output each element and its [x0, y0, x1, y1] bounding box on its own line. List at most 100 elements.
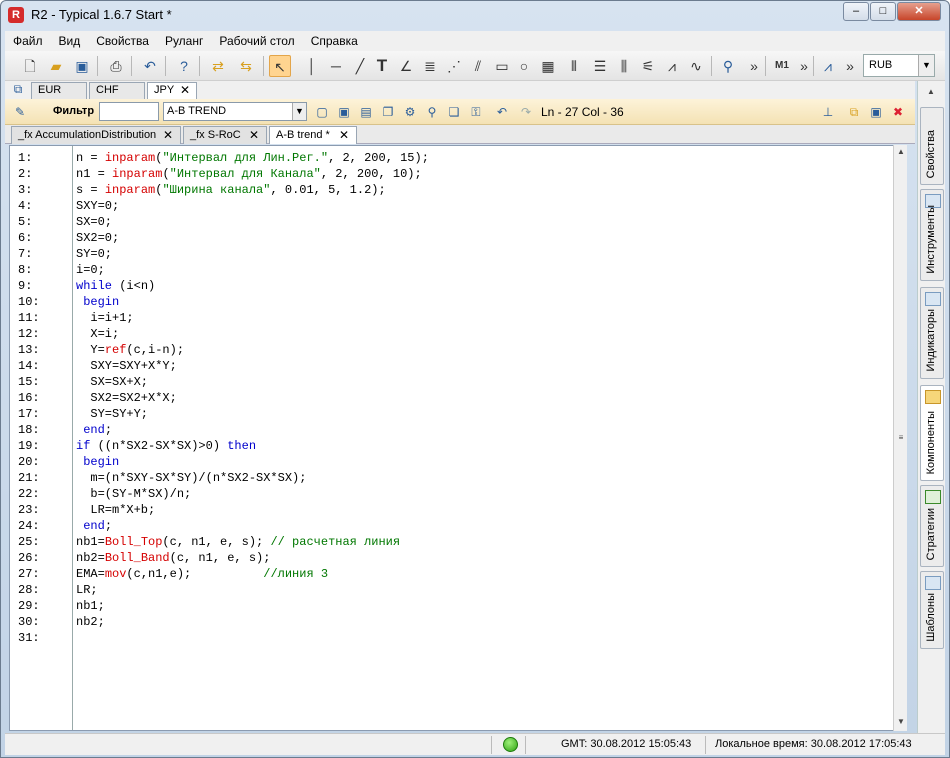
- scroll-down-icon[interactable]: ▼: [894, 715, 908, 729]
- side-tab-templates[interactable]: Шаблоны: [920, 571, 944, 649]
- rectangle-icon[interactable]: ▭: [491, 55, 513, 77]
- toolbar-overflow-3[interactable]: »: [839, 55, 861, 77]
- code-editor[interactable]: 1: n = inparam("Интервал для Лин.Рег.", 2…: [9, 145, 907, 731]
- code-area[interactable]: 1: n = inparam("Интервал для Лин.Рег.", 2…: [10, 150, 894, 646]
- fan-icon[interactable]: ⋰: [443, 55, 465, 77]
- filter-input[interactable]: [99, 102, 159, 121]
- print-icon[interactable]: ⎙: [105, 55, 127, 77]
- code-line[interactable]: 28: LR;: [10, 582, 894, 598]
- ellipse-icon[interactable]: ○: [513, 55, 535, 77]
- side-tab-tools[interactable]: Инструменты: [920, 189, 944, 281]
- scroll-thumb[interactable]: ≡: [894, 431, 908, 445]
- code-line[interactable]: 9: while (i<n): [10, 278, 894, 294]
- new-script-icon[interactable]: ▢: [313, 103, 331, 121]
- angle-icon[interactable]: ∠: [395, 55, 417, 77]
- tab-jpy[interactable]: JPY ✕: [147, 82, 197, 99]
- compile-icon[interactable]: ⚙: [401, 103, 419, 121]
- vertical-scrollbar[interactable]: ▲ ≡ ▼: [893, 145, 907, 731]
- properties-icon[interactable]: ❏: [445, 103, 463, 121]
- dock-icon[interactable]: ▣: [867, 103, 885, 121]
- menu-desktop[interactable]: Рабочий стол: [211, 31, 302, 51]
- sync-all-icon[interactable]: ⇆: [235, 55, 257, 77]
- menu-help[interactable]: Справка: [303, 31, 366, 51]
- menu-file[interactable]: Файл: [5, 31, 51, 51]
- menu-rulang[interactable]: Руланг: [157, 31, 211, 51]
- side-tab-components[interactable]: Компоненты: [920, 385, 944, 481]
- currency-select[interactable]: RUB ▼: [863, 54, 935, 77]
- code-line[interactable]: 11: i=i+1;: [10, 310, 894, 326]
- tab-chf[interactable]: CHF: [89, 82, 145, 99]
- code-line[interactable]: 10: begin: [10, 294, 894, 310]
- gann-fan-icon[interactable]: ⚟: [637, 55, 659, 77]
- sync-icon[interactable]: ⇄: [207, 55, 229, 77]
- code-line[interactable]: 19: if ((n*SX2-SX*SX)>0) then: [10, 438, 894, 454]
- grid-icon[interactable]: ▦: [537, 55, 559, 77]
- code-line[interactable]: 16: SX2=SX2+X*X;: [10, 390, 894, 406]
- undo-icon[interactable]: ↶: [139, 55, 161, 77]
- code-line[interactable]: 30: nb2;: [10, 614, 894, 630]
- cycles-icon[interactable]: ⦀: [563, 55, 585, 77]
- code-line[interactable]: 3: s = inparam("Ширина канала", 0.01, 5, …: [10, 182, 894, 198]
- script-select[interactable]: A-B TREND ▼: [163, 102, 307, 121]
- save-as-icon[interactable]: ▤: [357, 103, 375, 121]
- close-icon[interactable]: ✕: [180, 83, 190, 98]
- undo-icon[interactable]: ↶: [493, 103, 511, 121]
- trend-line-icon[interactable]: ╱: [349, 55, 371, 77]
- side-tab-properties[interactable]: Свойства: [920, 107, 944, 185]
- zoom-icon[interactable]: ⚲: [717, 55, 739, 77]
- float-window-icon[interactable]: ⧉: [845, 103, 863, 121]
- panel-up-icon[interactable]: ▲: [924, 85, 938, 99]
- new-window-icon[interactable]: ⧉: [7, 78, 29, 100]
- code-line[interactable]: 26: nb2=Boll_Band(c, n1, e, s);: [10, 550, 894, 566]
- close-panel-icon[interactable]: ✖: [889, 103, 907, 121]
- side-tab-strategies[interactable]: Стратегии: [920, 485, 944, 567]
- code-line[interactable]: 17: SY=SY+Y;: [10, 406, 894, 422]
- time-zones-icon[interactable]: ⫼: [613, 55, 635, 77]
- tab-eur[interactable]: EUR: [31, 82, 87, 99]
- open-folder-icon[interactable]: ▰: [45, 55, 67, 77]
- tab-ab-trend[interactable]: A-B trend * ✕: [269, 126, 357, 144]
- pin-icon[interactable]: ⊥: [819, 103, 837, 121]
- list-icon[interactable]: ☰: [589, 55, 611, 77]
- code-line[interactable]: 23: LR=m*X+b;: [10, 502, 894, 518]
- scroll-up-icon[interactable]: ▲: [894, 145, 908, 159]
- side-tab-indicators[interactable]: Индикаторы: [920, 287, 944, 379]
- zigzag-icon[interactable]: ⩘: [661, 55, 683, 77]
- code-line[interactable]: 31:: [10, 630, 894, 646]
- code-line[interactable]: 8: i=0;: [10, 262, 894, 278]
- maximize-button[interactable]: □: [870, 2, 896, 21]
- close-icon[interactable]: ✕: [249, 127, 259, 143]
- code-line[interactable]: 5: SX=0;: [10, 214, 894, 230]
- code-line[interactable]: 1: n = inparam("Интервал для Лин.Рег.", 2…: [10, 150, 894, 166]
- code-line[interactable]: 27: EMA=mov(c,n1,e); //линия 3: [10, 566, 894, 582]
- code-line[interactable]: 12: X=i;: [10, 326, 894, 342]
- horizontal-line-icon[interactable]: ─: [325, 55, 347, 77]
- channel-icon[interactable]: ⫽: [467, 55, 489, 77]
- redo-icon[interactable]: ↷: [517, 103, 535, 121]
- chart-icon[interactable]: ⩘: [817, 55, 839, 77]
- editor-icon[interactable]: ✎: [11, 103, 29, 121]
- code-line[interactable]: 14: SXY=SXY+X*Y;: [10, 358, 894, 374]
- code-line[interactable]: 2: n1 = inparam("Интервал для Канала", 2,…: [10, 166, 894, 182]
- code-line[interactable]: 22: b=(SY-M*SX)/n;: [10, 486, 894, 502]
- toolbar-overflow-2[interactable]: »: [793, 55, 815, 77]
- toolbar-overflow-1[interactable]: »: [743, 55, 765, 77]
- pointer-tool-icon[interactable]: ↖: [269, 55, 291, 77]
- code-line[interactable]: 21: m=(n*SXY-SX*SY)/(n*SX2-SX*SX);: [10, 470, 894, 486]
- menu-properties[interactable]: Свойства: [88, 31, 157, 51]
- new-file-icon[interactable]: 🗋: [19, 55, 41, 77]
- find-icon[interactable]: ⚲: [423, 103, 441, 121]
- code-line[interactable]: 15: SX=SX+X;: [10, 374, 894, 390]
- close-button[interactable]: ✕: [897, 2, 941, 21]
- save-icon[interactable]: ▣: [71, 55, 93, 77]
- code-line[interactable]: 25: nb1=Boll_Top(c, n1, e, s); // расчетн…: [10, 534, 894, 550]
- close-icon[interactable]: ✕: [339, 127, 349, 143]
- minimize-button[interactable]: ‒: [843, 2, 869, 21]
- close-icon[interactable]: ✕: [163, 127, 173, 143]
- tab-accumulation-distribution[interactable]: _fx AccumulationDistribution ✕: [11, 126, 181, 144]
- help-icon[interactable]: ?: [173, 55, 195, 77]
- code-line[interactable]: 7: SY=0;: [10, 246, 894, 262]
- menu-view[interactable]: Вид: [51, 31, 89, 51]
- code-line[interactable]: 13: Y=ref(c,i-n);: [10, 342, 894, 358]
- code-line[interactable]: 24: end;: [10, 518, 894, 534]
